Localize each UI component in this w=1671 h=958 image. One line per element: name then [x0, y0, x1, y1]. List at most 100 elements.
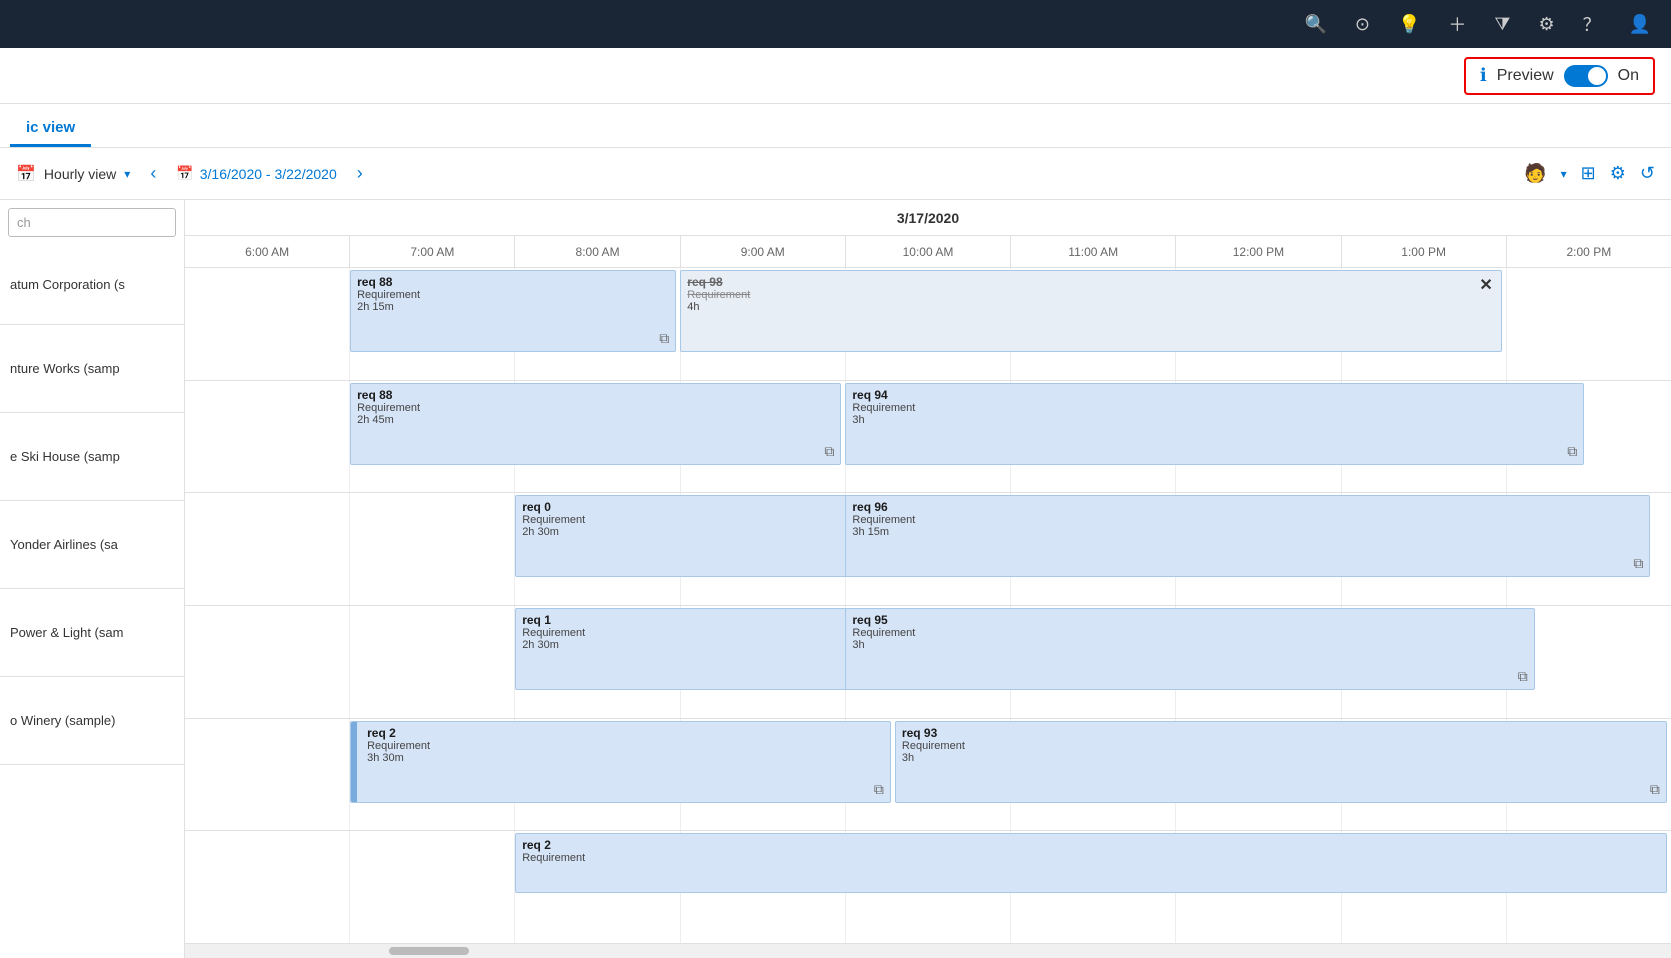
- req-card-duration: 3h 15m: [852, 526, 1643, 538]
- req-card-duration: 3h: [852, 414, 1577, 426]
- req-card-title: req 96: [852, 500, 1643, 514]
- req-card-title: req 88: [357, 275, 669, 289]
- req-card-req94[interactable]: req 94 Requirement 3h ⧉: [845, 383, 1584, 465]
- horizontal-scrollbar[interactable]: [185, 944, 1671, 958]
- filter-icon[interactable]: ⧩: [1494, 14, 1510, 35]
- date-range-text: 3/16/2020 - 3/22/2020: [200, 166, 337, 182]
- time-1pm: 1:00 PM: [1342, 236, 1507, 267]
- sidebar-row-2: e Ski House (samp: [0, 413, 184, 501]
- sidebar-row-label-5: o Winery (sample): [10, 713, 115, 728]
- info-icon: ℹ: [1480, 65, 1487, 86]
- date-header-text: 3/17/2020: [897, 210, 959, 226]
- time-7am: 7:00 AM: [350, 236, 515, 267]
- sidebar-row-label-1: nture Works (samp: [10, 361, 120, 376]
- req-card-title: req 88: [357, 388, 834, 402]
- toolbar: 📅 Hourly view ▾ ‹ 📅 3/16/2020 - 3/22/202…: [0, 148, 1671, 200]
- time-8am: 8:00 AM: [515, 236, 680, 267]
- sidebar-row-4: Power & Light (sam: [0, 589, 184, 677]
- req-card-title: req 94: [852, 388, 1577, 402]
- req-card-req88b[interactable]: req 88 Requirement 2h 45m ⧉: [350, 383, 841, 465]
- req-drag-icon: ⧉: [1518, 668, 1528, 685]
- req-card-duration: 2h 45m: [357, 414, 834, 426]
- lightbulb-icon[interactable]: 💡: [1398, 14, 1420, 35]
- resource-dropdown-icon[interactable]: ▾: [1561, 167, 1567, 181]
- resource-icon[interactable]: 🧑: [1524, 163, 1546, 184]
- search-icon[interactable]: 🔍: [1304, 14, 1326, 35]
- time-2pm: 2:00 PM: [1507, 236, 1671, 267]
- preview-label: Preview: [1497, 67, 1554, 85]
- drag-handle[interactable]: [351, 722, 357, 802]
- preview-bar: ℹ Preview On: [0, 48, 1671, 104]
- toolbar-right: 🧑 ▾ ⊞ ⚙ ↺: [1524, 163, 1655, 184]
- req-card-title: req 95: [852, 613, 1527, 627]
- req-card-req88a[interactable]: req 88 Requirement 2h 15m ⧉: [350, 270, 676, 352]
- tab-bar: ic view: [0, 104, 1671, 148]
- settings-gear-icon[interactable]: ⚙: [1610, 163, 1626, 184]
- req-card-duration: 3h: [852, 639, 1527, 651]
- req-card-duration: 2h 15m: [357, 301, 669, 313]
- req-drag-icon: ⧉: [824, 443, 834, 460]
- req-card-title: req 2: [522, 838, 1660, 852]
- req-drag-icon: ⧉: [1650, 781, 1660, 798]
- req-card-title-strike: req 98: [687, 275, 1494, 289]
- tab-board-view[interactable]: ic view: [10, 111, 91, 147]
- main-content: atum Corporation (s nture Works (samp e …: [0, 200, 1671, 958]
- req-card-req95[interactable]: req 95 Requirement 3h ⧉: [845, 608, 1534, 690]
- sidebar-row-label-2: e Ski House (samp: [10, 449, 120, 464]
- date-header: 3/17/2020: [185, 200, 1671, 236]
- prev-date-button[interactable]: ‹: [142, 159, 164, 188]
- sidebar-row-0: atum Corporation (s: [0, 245, 184, 325]
- req-card-subtitle: Requirement: [522, 852, 1660, 864]
- calendar-icon: 📅: [176, 165, 193, 182]
- req-card-duration-strike: 4h: [687, 301, 1494, 313]
- time-header: 6:00 AM 7:00 AM 8:00 AM 9:00 AM 10:00 AM…: [185, 236, 1671, 268]
- req-close-button[interactable]: ✕: [1479, 275, 1492, 295]
- layout-grid-icon[interactable]: ⊞: [1581, 163, 1596, 184]
- check-circle-icon[interactable]: ⊙: [1355, 14, 1370, 35]
- next-date-button[interactable]: ›: [349, 159, 371, 188]
- req-card-subtitle: Requirement: [367, 740, 884, 752]
- req-card-subtitle: Requirement: [357, 289, 669, 301]
- req-card-duration: 3h: [902, 752, 1660, 764]
- plus-icon[interactable]: ＋: [1448, 11, 1466, 37]
- req-card-subtitle: Requirement: [852, 627, 1527, 639]
- search-input[interactable]: [8, 208, 176, 237]
- req-card-subtitle-strike: Requirement: [687, 289, 1494, 301]
- req-card-req2a[interactable]: req 2 Requirement 3h 30m ⧉: [350, 721, 891, 803]
- help-icon[interactable]: ？: [1583, 11, 1601, 37]
- req-card-req2b[interactable]: req 2 Requirement: [515, 833, 1667, 893]
- view-selector-group: 📅 Hourly view ▾: [16, 164, 130, 184]
- sidebar-row-3: Yonder Airlines (sa: [0, 501, 184, 589]
- req-card-req96[interactable]: req 96 Requirement 3h 15m ⧉: [845, 495, 1650, 577]
- sidebar: atum Corporation (s nture Works (samp e …: [0, 200, 185, 958]
- scrollbar-thumb[interactable]: [389, 947, 469, 955]
- sidebar-row-label-0: atum Corporation (s: [10, 277, 125, 292]
- time-12pm: 12:00 PM: [1176, 236, 1341, 267]
- sidebar-row-1: nture Works (samp: [0, 325, 184, 413]
- calendar-grid-icon: 📅: [16, 164, 36, 184]
- time-6am: 6:00 AM: [185, 236, 350, 267]
- settings-icon[interactable]: ⚙: [1538, 14, 1554, 35]
- refresh-icon[interactable]: ↺: [1640, 163, 1655, 184]
- sidebar-row-label-3: Yonder Airlines (sa: [10, 537, 118, 552]
- sidebar-row-label-4: Power & Light (sam: [10, 625, 123, 640]
- req-drag-icon: ⧉: [874, 781, 884, 798]
- view-dropdown-icon[interactable]: ▾: [124, 167, 130, 181]
- user-icon[interactable]: 👤: [1629, 14, 1651, 35]
- time-9am: 9:00 AM: [681, 236, 846, 267]
- req-card-req98[interactable]: req 98 Requirement 4h ✕: [680, 270, 1501, 352]
- req-card-req93[interactable]: req 93 Requirement 3h ⧉: [895, 721, 1667, 803]
- top-navigation: 🔍 ⊙ 💡 ＋ ⧩ ⚙ ？ 👤: [0, 0, 1671, 48]
- sidebar-row-5: o Winery (sample): [0, 677, 184, 765]
- req-drag-icon: ⧉: [1567, 443, 1577, 460]
- req-card-subtitle: Requirement: [852, 402, 1577, 414]
- toggle-knob: [1588, 67, 1606, 85]
- req-card-subtitle: Requirement: [357, 402, 834, 414]
- preview-toggle-box: ℹ Preview On: [1464, 57, 1655, 95]
- req-drag-icon: ⧉: [1633, 555, 1643, 572]
- time-10am: 10:00 AM: [846, 236, 1011, 267]
- preview-on-label: On: [1618, 67, 1639, 85]
- preview-toggle[interactable]: [1564, 65, 1608, 87]
- date-range-display: 📅 3/16/2020 - 3/22/2020: [176, 165, 336, 182]
- req-card-subtitle: Requirement: [852, 514, 1643, 526]
